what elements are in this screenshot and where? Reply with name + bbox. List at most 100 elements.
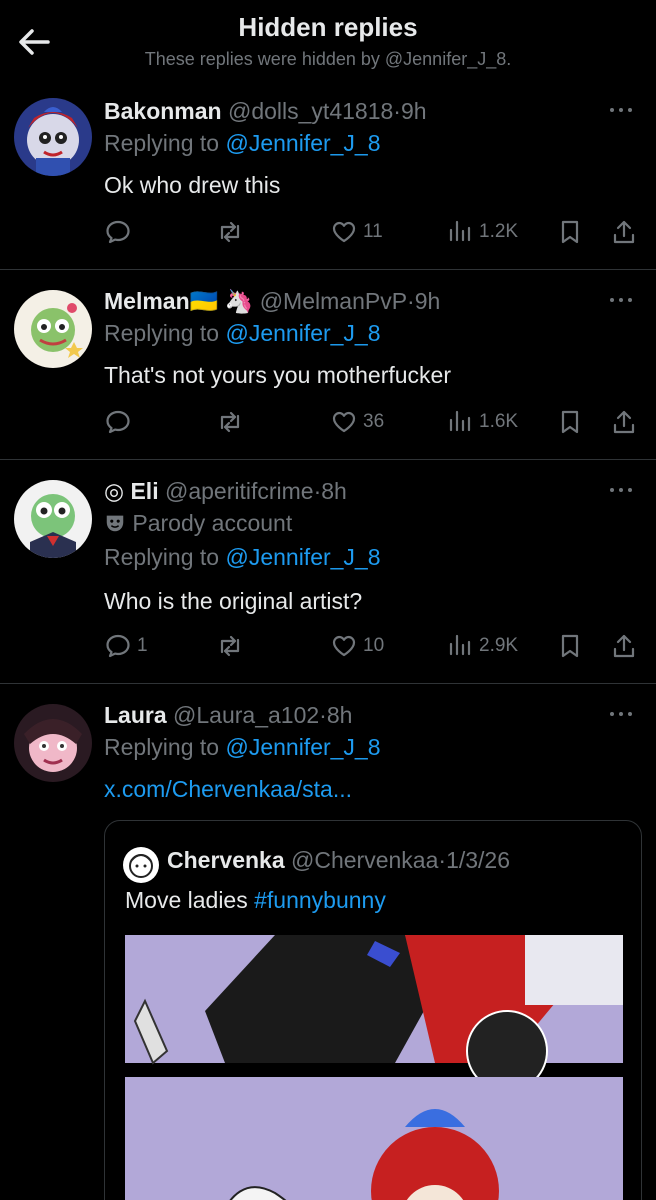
reply-button[interactable] <box>104 404 137 440</box>
display-name[interactable]: Melman <box>104 288 190 314</box>
avatar[interactable] <box>14 480 92 558</box>
top-bar: Hidden replies These replies were hidden… <box>0 0 656 90</box>
share-icon <box>613 410 635 434</box>
share-button[interactable] <box>610 404 638 440</box>
more-options-icon[interactable] <box>606 100 636 120</box>
replying-prefix: Replying to <box>104 734 220 760</box>
action-bar: 11 1.2K <box>104 214 644 250</box>
dot-separator: · <box>407 288 415 314</box>
page-subtitle: These replies were hidden by @Jennifer_J… <box>144 49 512 69</box>
replying-to-link[interactable]: @Jennifer_J_8 <box>225 734 380 760</box>
repost-icon <box>220 221 240 243</box>
reply-button[interactable]: 1 <box>104 628 148 664</box>
repost-icon <box>220 635 240 657</box>
reply-link[interactable]: x.com/Chervenkaa/sta... <box>104 776 352 803</box>
like-button[interactable]: 10 <box>330 628 384 664</box>
share-icon <box>613 634 635 658</box>
replying-to-link[interactable]: @Jennifer_J_8 <box>225 130 380 156</box>
share-button[interactable] <box>610 214 638 250</box>
bookmark-button[interactable] <box>556 628 584 664</box>
user-handle[interactable]: @MelmanPvP <box>260 288 407 314</box>
share-button[interactable] <box>610 628 638 664</box>
parody-mask-icon <box>106 515 124 532</box>
action-bar: 1 10 2.9K <box>104 628 644 664</box>
replying-to-link[interactable]: @Jennifer_J_8 <box>225 544 380 570</box>
reply-meta: Melman🇺🇦 🦄 @MelmanPvP·9h <box>104 288 440 315</box>
reply-button[interactable] <box>104 214 137 250</box>
hashtag-link[interactable]: #funnybunny <box>254 887 386 913</box>
like-button[interactable]: 36 <box>330 404 384 440</box>
views-count: 1.2K <box>479 221 519 242</box>
comment-icon <box>106 220 130 244</box>
timestamp[interactable]: 9h <box>401 98 427 124</box>
timestamp[interactable]: 8h <box>321 478 347 504</box>
page-title: Hidden replies <box>238 12 418 42</box>
reply-text: Who is the original artist? <box>104 588 363 614</box>
views-count: 1.6K <box>479 411 519 432</box>
bookmark-icon <box>561 220 579 244</box>
replying-to: Replying to @Jennifer_J_8 <box>104 734 381 761</box>
replying-to-link[interactable]: @Jennifer_J_8 <box>225 320 380 346</box>
reply-item[interactable]: Bakonman @dolls_yt41818·9h Replying to @… <box>0 90 656 270</box>
reply-count: 1 <box>137 635 148 656</box>
bookmark-icon <box>561 410 579 434</box>
name-emoji: 🇺🇦 🦄 <box>189 288 254 314</box>
like-button[interactable]: 11 <box>330 214 383 250</box>
reply-item[interactable]: Melman🇺🇦 🦄 @MelmanPvP·9h Replying to @Je… <box>0 270 656 460</box>
quoted-display-name[interactable]: Chervenka <box>167 847 285 873</box>
views-icon <box>449 410 471 432</box>
display-name[interactable]: Eli <box>130 478 158 504</box>
like-count: 10 <box>363 635 385 656</box>
avatar[interactable] <box>14 290 92 368</box>
repost-button[interactable] <box>216 214 244 250</box>
replying-to: Replying to @Jennifer_J_8 <box>104 544 381 571</box>
display-name[interactable]: Bakonman <box>104 98 222 124</box>
quoted-avatar[interactable] <box>123 847 159 883</box>
dot-separator: · <box>393 98 401 124</box>
views-button[interactable]: 1.6K <box>446 404 518 440</box>
quoted-media-image[interactable] <box>105 931 641 1200</box>
reply-text: Ok who drew this <box>104 172 281 198</box>
more-options-icon[interactable] <box>606 480 636 500</box>
display-name[interactable]: Laura <box>104 702 167 728</box>
user-handle[interactable]: @dolls_yt41818 <box>228 98 393 124</box>
replying-prefix: Replying to <box>104 320 220 346</box>
replying-prefix: Replying to <box>104 544 220 570</box>
like-count: 11 <box>363 221 383 242</box>
comment-icon <box>106 634 130 658</box>
heart-icon <box>332 635 356 657</box>
quoted-date[interactable]: 1/3/26 <box>446 847 510 873</box>
repost-button[interactable] <box>216 628 244 664</box>
views-icon <box>449 634 471 656</box>
reply-item[interactable]: ◎ Eli @aperitifcrime·8h Parody account R… <box>0 460 656 684</box>
bookmark-button[interactable] <box>556 214 584 250</box>
heart-icon <box>332 411 356 433</box>
replying-to: Replying to @Jennifer_J_8 <box>104 130 381 157</box>
user-handle[interactable]: @aperitifcrime <box>165 478 314 504</box>
quoted-meta: Chervenka @Chervenkaa·1/3/26 <box>167 847 510 874</box>
repost-icon <box>220 411 240 433</box>
more-options-icon[interactable] <box>606 704 636 724</box>
avatar[interactable] <box>14 98 92 176</box>
quoted-text-plain: Move ladies <box>125 887 255 913</box>
heart-icon <box>332 221 356 243</box>
dot-separator: · <box>319 702 327 728</box>
user-handle[interactable]: @Laura_a102 <box>173 702 319 728</box>
timestamp[interactable]: 9h <box>415 288 441 314</box>
bookmark-button[interactable] <box>556 404 584 440</box>
bookmark-icon <box>561 634 579 658</box>
views-count: 2.9K <box>479 635 519 656</box>
views-button[interactable]: 1.2K <box>446 214 518 250</box>
reply-meta: ◎ Eli @aperitifcrime·8h <box>104 478 347 505</box>
name-prefix-icon: ◎ <box>104 478 125 504</box>
reply-meta: Bakonman @dolls_yt41818·9h <box>104 98 427 125</box>
avatar[interactable] <box>14 704 92 782</box>
quoted-post-card[interactable]: Chervenka @Chervenkaa·1/3/26 Move ladies… <box>104 820 642 1200</box>
more-options-icon[interactable] <box>606 290 636 310</box>
timestamp[interactable]: 8h <box>327 702 353 728</box>
views-button[interactable]: 2.9K <box>446 628 518 664</box>
replying-prefix: Replying to <box>104 130 220 156</box>
replying-to: Replying to @Jennifer_J_8 <box>104 320 381 347</box>
quoted-handle[interactable]: @Chervenkaa <box>291 847 438 873</box>
repost-button[interactable] <box>216 404 244 440</box>
